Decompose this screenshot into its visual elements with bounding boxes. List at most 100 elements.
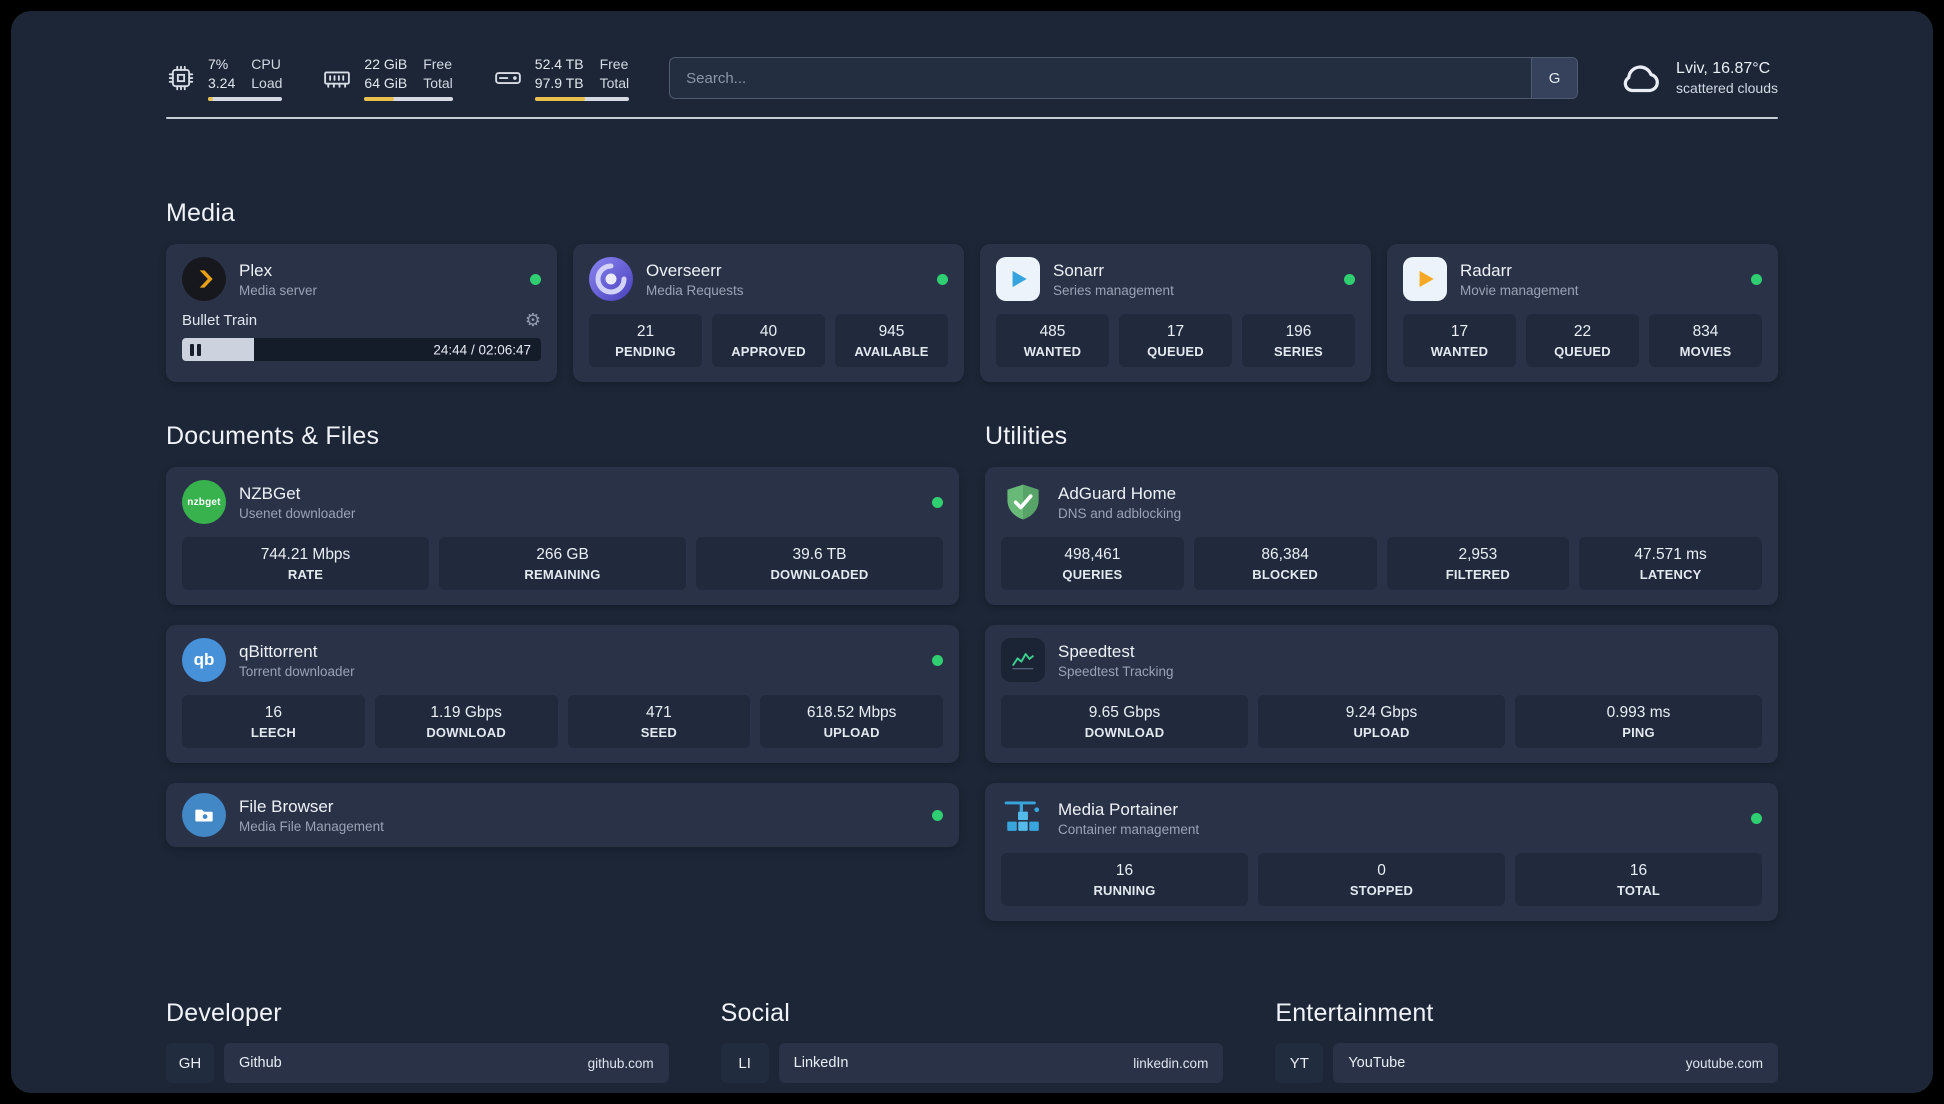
stat-label: DOWNLOAD: [426, 725, 506, 740]
memory-total-value: 64 GiB: [364, 74, 408, 91]
stat-tile: 40 APPROVED: [712, 314, 825, 367]
filebrowser-icon: [182, 793, 226, 837]
app-title: File Browser: [239, 796, 334, 816]
gear-icon[interactable]: ⚙: [525, 311, 541, 329]
topbar-divider: [166, 117, 1778, 119]
adguard-icon: [1001, 480, 1045, 524]
stat-label: DOWNLOAD: [1084, 725, 1165, 740]
bookmark-group-title: Developer: [166, 999, 282, 1027]
app-card-portainer[interactable]: Media Portainer Container management 16 …: [985, 783, 1778, 921]
stat-value: 39.6 TB: [792, 546, 847, 563]
app-card-radarr[interactable]: Radarr Movie management 17 WANTED 22 QUE…: [1387, 244, 1778, 382]
stat-tile: 1.19 Gbps DOWNLOAD: [374, 695, 558, 748]
stat-tile: 16 RUNNING: [1001, 853, 1248, 906]
app-subtitle: Container management: [1058, 821, 1200, 837]
stat-value: 196: [1285, 323, 1312, 340]
nzbget-icon: nzbget: [182, 480, 226, 524]
stat-value: 16: [264, 704, 282, 721]
stat-value: 21: [636, 323, 655, 340]
stat-value: 86,384: [1261, 546, 1309, 563]
app-card-adguard[interactable]: AdGuard Home DNS and adblocking 498,461 …: [985, 467, 1778, 605]
app-title: qBittorrent: [239, 641, 318, 661]
storage-free-value: 52.4 TB: [534, 56, 584, 73]
stat-tile: 471 SEED: [567, 695, 751, 748]
stat-label: LATENCY: [1639, 567, 1702, 582]
storage-progress-fill: [534, 96, 585, 101]
stat-tile: 17 WANTED: [1403, 314, 1516, 367]
bookmark-name: YouTube: [1348, 1055, 1406, 1071]
app-card-qbittorrent[interactable]: qb qBittorrent Torrent downloader 16 LEE…: [166, 625, 959, 763]
bookmark-group-title: Social: [720, 999, 790, 1027]
app-subtitle: Usenet downloader: [239, 505, 356, 521]
stat-label: UPLOAD: [823, 725, 880, 740]
stat-value: 744.21 Mbps: [260, 546, 351, 563]
bookmark-github[interactable]: GH Github github.com: [166, 1043, 669, 1083]
screen: 7% 3.24 CPU Load 22 GiB 64 GiB Free Tota…: [0, 0, 1944, 1104]
memory-free-label: Free: [423, 56, 453, 73]
weather-condition: scattered clouds: [1676, 80, 1778, 96]
cpu-value: 7%: [208, 56, 229, 73]
app-card-filebrowser[interactable]: File Browser Media File Management: [166, 783, 959, 847]
cpu-progress-bar: [208, 96, 283, 101]
stat-tile: 16 LEECH: [182, 695, 365, 748]
cpu-widget: 7% 3.24 CPU Load: [166, 55, 283, 101]
memory-total-label: Total: [423, 74, 453, 91]
stat-label: SEED: [640, 725, 677, 740]
radarr-icon: [1403, 257, 1447, 301]
bookmark-linkedin[interactable]: LI LinkedIn linkedin.com: [720, 1043, 1224, 1083]
stat-label: FILTERED: [1445, 567, 1510, 582]
cpu-load-value: 3.24: [208, 74, 236, 91]
stat-label: DOWNLOADED: [770, 567, 869, 582]
app-subtitle: DNS and adblocking: [1058, 505, 1182, 521]
stat-label: RATE: [287, 567, 324, 582]
weather-widget: Lviv, 16.87°C scattered clouds: [1618, 55, 1778, 101]
app-card-speedtest[interactable]: Speedtest Speedtest Tracking 9.65 Gbps D…: [985, 625, 1778, 763]
bookmark-group-developer: Developer GH Github github.com SO StackO…: [166, 999, 669, 1093]
stat-label: LEECH: [250, 725, 296, 740]
bookmark-abbr: GH: [166, 1043, 214, 1083]
stat-tile: 0.993 ms PING: [1515, 695, 1762, 748]
bookmark-abbr: LI: [720, 1043, 769, 1083]
stat-value: 9.65 Gbps: [1088, 704, 1161, 721]
stat-tile: 196 SERIES: [1242, 314, 1355, 367]
qbittorrent-icon: qb: [182, 638, 226, 682]
stat-tile: 2,953 FILTERED: [1386, 537, 1570, 590]
pause-icon[interactable]: [190, 343, 201, 356]
status-dot: [937, 273, 948, 285]
bookmark-youtube[interactable]: YT YouTube youtube.com: [1275, 1043, 1778, 1083]
app-card-overseerr[interactable]: Overseerr Media Requests 21 PENDING 40 A…: [573, 244, 964, 382]
speedtest-icon: [1001, 638, 1045, 682]
app-subtitle: Speedtest Tracking: [1058, 663, 1174, 679]
cpu-load-label: Load: [251, 74, 283, 91]
stat-label: QUEUED: [1147, 344, 1204, 359]
search-input[interactable]: [669, 57, 1579, 99]
app-card-plex[interactable]: Plex Media server Bullet Train ⚙ 24:44 /…: [166, 244, 557, 382]
bookmarks: Developer GH Github github.com SO StackO…: [166, 999, 1778, 1093]
app-card-sonarr[interactable]: Sonarr Series management 485 WANTED 17 Q…: [980, 244, 1371, 382]
stat-tile: 0 STOPPED: [1258, 853, 1505, 906]
app-title: Overseerr: [646, 260, 722, 280]
weather-location: Lviv, 16.87°C: [1676, 60, 1771, 77]
app-subtitle: Media File Management: [239, 818, 384, 834]
bookmark-url: youtube.com: [1685, 1055, 1763, 1071]
stat-label: UPLOAD: [1353, 725, 1410, 740]
stat-label: RUNNING: [1093, 883, 1156, 898]
stat-tile: 744.21 Mbps RATE: [182, 537, 429, 590]
status-dot: [932, 654, 943, 666]
stat-value: 834: [1692, 323, 1719, 340]
storage-total-value: 97.9 TB: [534, 74, 584, 91]
stat-label: SERIES: [1274, 344, 1323, 359]
dashboard-content: 7% 3.24 CPU Load 22 GiB 64 GiB Free Tota…: [166, 55, 1778, 1093]
stat-tile: 266 GB REMAINING: [439, 537, 686, 590]
cpu-label: CPU: [251, 56, 281, 73]
stat-label: REMAINING: [524, 567, 601, 582]
section-title-utilities: Utilities: [985, 422, 1068, 450]
search-engine-button[interactable]: G: [1531, 58, 1578, 98]
section-documents: Documents & Files nzbget NZBGet Usenet d…: [166, 422, 959, 847]
app-card-nzbget[interactable]: nzbget NZBGet Usenet downloader 744.21 M…: [166, 467, 959, 605]
overseerr-icon: [589, 257, 633, 301]
stat-tile: 834 MOVIES: [1649, 314, 1762, 367]
storage-total-label: Total: [599, 74, 630, 91]
app-title: Speedtest: [1058, 641, 1135, 661]
bookmark-name: LinkedIn: [793, 1055, 849, 1071]
